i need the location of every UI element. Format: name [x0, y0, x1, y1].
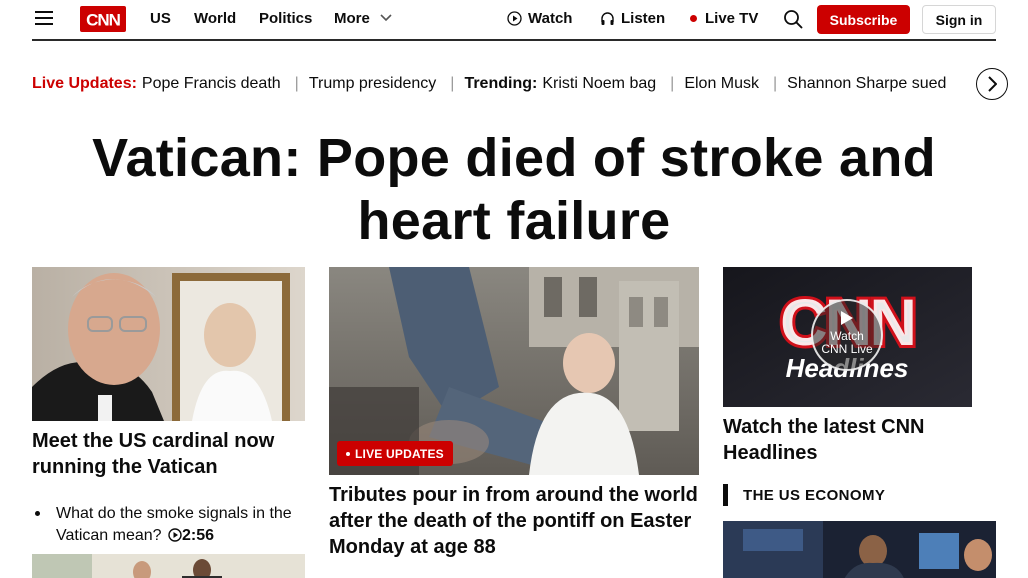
- chevron-right-icon: [988, 76, 997, 92]
- listen-link[interactable]: Listen: [600, 10, 665, 27]
- ticker-item-sharpe[interactable]: Shannon Sharpe sued: [787, 75, 946, 93]
- bullet-text-wrap: What do the smoke signals in the Vatican…: [38, 503, 303, 547]
- sign-in-button[interactable]: Sign in: [922, 5, 996, 34]
- ticker-item-trump[interactable]: Trump presidency: [309, 75, 436, 93]
- play-circle-icon: [168, 528, 182, 542]
- listen-label: Listen: [621, 10, 666, 27]
- headphones-icon: [601, 12, 614, 25]
- cardinal-story-title[interactable]: Meet the US cardinal now running the Vat…: [32, 428, 305, 480]
- ticker-item-noem[interactable]: Kristi Noem bag: [542, 75, 656, 93]
- live-tv-label: Live TV: [705, 10, 759, 27]
- ticker-separator: |: [773, 75, 778, 92]
- nav-link-more-label: More: [334, 10, 370, 27]
- nav-link-politics[interactable]: Politics: [259, 10, 312, 27]
- smoke-signals-link[interactable]: What do the smoke signals in the Vatican…: [35, 503, 303, 547]
- headlines-video-title[interactable]: Watch the latest CNN Headlines: [723, 414, 983, 466]
- trending-label: Trending:: [464, 75, 538, 92]
- live-updates-label: Live Updates:: [32, 75, 137, 92]
- play-label-cnn-live: CNN Live: [821, 342, 873, 356]
- search-icon[interactable]: [783, 9, 803, 29]
- watch-label: Watch: [528, 10, 573, 27]
- nav-link-more[interactable]: More: [334, 10, 392, 27]
- live-updates-badge-label: LIVE UPDATES: [355, 446, 444, 461]
- video-duration: 2:56: [182, 527, 215, 544]
- play-video-button[interactable]: Watch CNN Live: [811, 299, 883, 371]
- cnn-logo[interactable]: CNN: [80, 6, 126, 32]
- play-circle-icon: [507, 11, 522, 26]
- nav-link-world[interactable]: World: [194, 10, 236, 27]
- ticker-item-pope[interactable]: Pope Francis death: [142, 75, 281, 93]
- ticker-separator: |: [670, 75, 675, 92]
- ticker-separator: |: [294, 75, 299, 92]
- economy-story-photo[interactable]: [723, 521, 996, 578]
- live-tv-link[interactable]: Live TV: [690, 10, 758, 27]
- tributes-story-title[interactable]: Tributes pour in from around the world a…: [329, 482, 701, 560]
- ticker-next-button[interactable]: [976, 68, 1008, 100]
- ticker-separator: |: [450, 75, 455, 92]
- live-dot-icon: [690, 15, 697, 22]
- play-icon: [841, 311, 853, 325]
- nav-link-us[interactable]: US: [150, 10, 171, 27]
- top-navigation: CNN US World Politics More Watch Listen …: [32, 0, 996, 41]
- live-dot-icon: [346, 451, 350, 456]
- subscribe-button[interactable]: Subscribe: [817, 5, 910, 34]
- svg-text:CNN: CNN: [86, 11, 121, 30]
- bullet-dot: [35, 511, 40, 516]
- section-heading-us-economy[interactable]: THE US ECONOMY: [723, 484, 885, 506]
- live-updates-badge: LIVE UPDATES: [337, 441, 453, 466]
- lead-headline[interactable]: Vatican: Pope died of stroke and heart f…: [60, 127, 968, 253]
- secondary-story-photo[interactable]: [32, 554, 305, 578]
- watch-link[interactable]: Watch: [507, 10, 572, 27]
- trending-ticker: Live Updates: Pope Francis death | Trump…: [32, 73, 946, 95]
- chevron-down-icon: [380, 14, 392, 22]
- hamburger-menu-icon[interactable]: [35, 11, 53, 25]
- cardinal-photo[interactable]: [32, 267, 305, 421]
- ticker-item-musk[interactable]: Elon Musk: [684, 75, 759, 93]
